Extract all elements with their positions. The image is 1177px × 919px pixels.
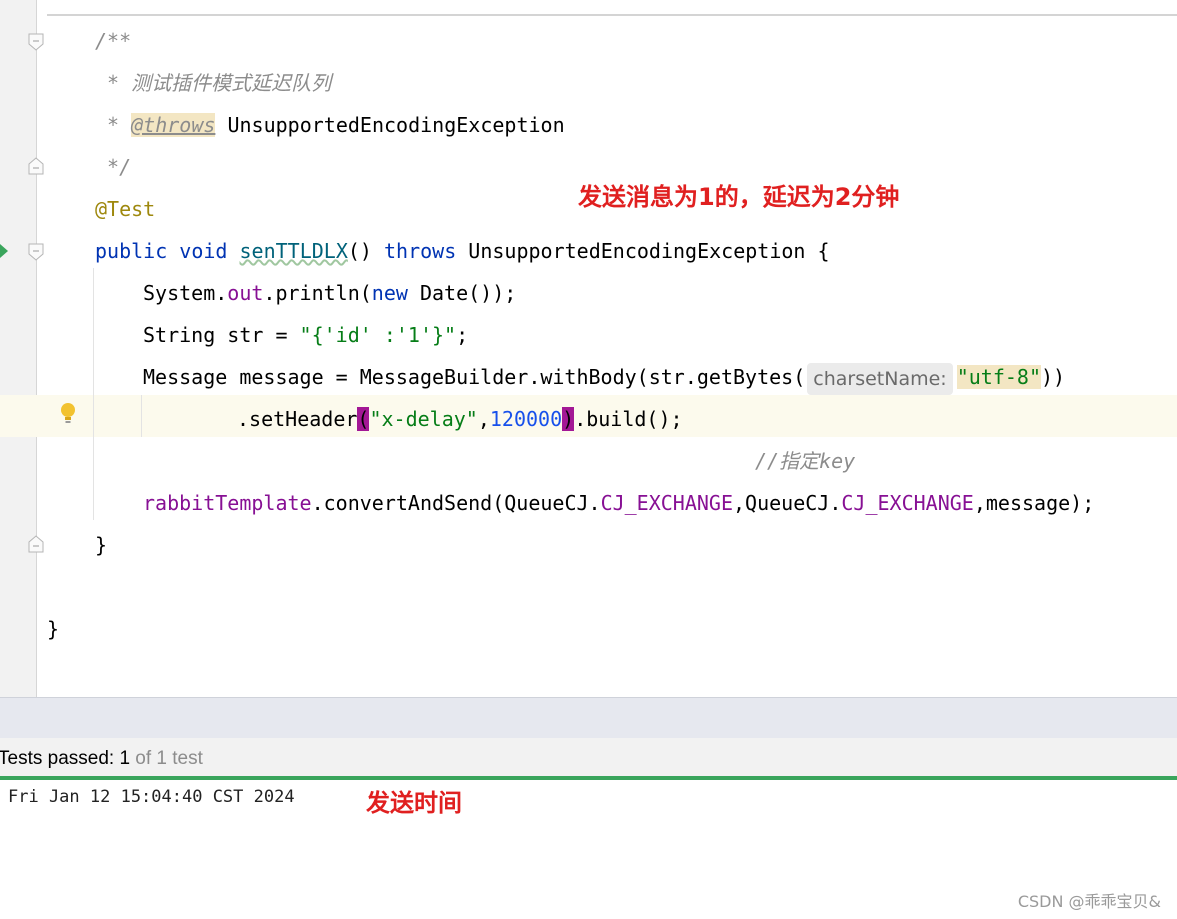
- watermark: CSDN @乖乖宝贝&: [1017, 892, 1161, 911]
- code-line-method-signature[interactable]: public void senTTLDLX() throws Unsupport…: [95, 230, 830, 272]
- keyword: public: [95, 239, 168, 263]
- code-token: ,: [477, 407, 490, 431]
- code-token: ,QueueCJ.: [733, 491, 842, 515]
- code-line-class-close[interactable]: }: [47, 608, 59, 650]
- field-token: CJ_EXCHANGE: [841, 491, 974, 515]
- string-literal: "utf-8": [956, 365, 1041, 389]
- code-token: .convertAndSend(QueueCJ.: [311, 491, 601, 515]
- code-line-set-header[interactable]: .setHeader("x-delay",120000).build();: [237, 398, 683, 440]
- doc-comment: *: [95, 113, 132, 137]
- code-token: .println(: [263, 281, 372, 305]
- code-token: System.: [143, 281, 228, 305]
- code-token: (): [347, 239, 385, 263]
- indent-guide: [93, 268, 94, 520]
- test-annotation: @Test: [95, 197, 156, 221]
- code-token: .build();: [574, 407, 683, 431]
- method-name[interactable]: senTTLDLX: [240, 239, 348, 263]
- field-token: out: [227, 281, 264, 305]
- code-editor[interactable]: /** * 测试插件模式延迟队列 * @throws UnsupportedEn…: [0, 0, 1177, 697]
- test-progress-bar: [0, 776, 1177, 780]
- field-token: rabbitTemplate: [143, 491, 312, 515]
- keyword: void: [179, 239, 228, 263]
- fold-icon[interactable]: [28, 33, 44, 51]
- string-literal: "{'id' :'1'}": [299, 323, 457, 347]
- code-line-message-builder[interactable]: Message message = MessageBuilder.withBod…: [143, 356, 1065, 398]
- code-token: .setHeader: [237, 407, 358, 431]
- code-line-method-close[interactable]: }: [95, 524, 107, 566]
- number-literal: 120000: [489, 407, 563, 431]
- parameter-hint: charsetName:: [807, 362, 953, 395]
- lightbulb-icon[interactable]: [59, 402, 77, 424]
- code-token: )): [1041, 365, 1066, 389]
- fold-end-icon[interactable]: [28, 535, 44, 553]
- indent-guide: [141, 395, 142, 437]
- code-token: String str =: [143, 323, 300, 347]
- fold-icon[interactable]: [28, 243, 44, 261]
- code-line-doc-desc[interactable]: * 测试插件模式延迟队列: [95, 62, 331, 104]
- tests-passed-count: 1: [119, 748, 131, 769]
- keyword: throws: [384, 239, 457, 263]
- tests-total: of 1 test: [130, 748, 203, 769]
- code-token: ,message);: [973, 491, 1095, 515]
- code-token: Message message = MessageBuilder.withBod…: [143, 365, 806, 389]
- run-test-icon[interactable]: [0, 244, 8, 258]
- code-line-annotation[interactable]: @Test: [95, 188, 155, 230]
- annotation-send-time: 发送时间: [366, 789, 462, 817]
- field-token: CJ_EXCHANGE: [600, 491, 734, 515]
- code-line-println[interactable]: System.out.println(new Date());: [143, 272, 516, 314]
- status-prefix: Tests passed:: [0, 748, 120, 769]
- matched-paren: ): [562, 407, 575, 431]
- string-literal: "x-delay": [369, 407, 478, 431]
- run-toolbar: [0, 697, 1177, 738]
- editor-top-divider: [47, 14, 1177, 16]
- console-output-line[interactable]: Fri Jan 12 15:04:40 CST 2024: [8, 787, 295, 807]
- line-comment: //指定key: [755, 449, 856, 473]
- code-line-doc-throws[interactable]: * @throws UnsupportedEncodingException: [95, 104, 565, 146]
- code-line-convert-send[interactable]: rabbitTemplate.convertAndSend(QueueCJ.CJ…: [143, 482, 1094, 524]
- code-token: }: [95, 533, 108, 557]
- doc-throws-tag[interactable]: @throws: [131, 113, 216, 137]
- test-status-bar: Tests passed: 1 of 1 test: [0, 738, 1177, 776]
- keyword: new: [371, 281, 408, 305]
- code-line-doc-open[interactable]: /**: [95, 20, 131, 62]
- code-line-comment[interactable]: //指定key: [755, 440, 855, 482]
- code-token: Date());: [407, 281, 517, 305]
- doc-throws-type: UnsupportedEncodingException: [215, 113, 565, 137]
- code-line-doc-close[interactable]: */: [95, 146, 131, 188]
- annotation-delay-note: 发送消息为1的，延迟为2分钟: [578, 183, 900, 211]
- code-line-string-decl[interactable]: String str = "{'id' :'1'}";: [143, 314, 468, 356]
- code-token: }: [47, 617, 60, 641]
- editor-gutter[interactable]: [0, 0, 37, 697]
- code-token: UnsupportedEncodingException {: [456, 239, 830, 263]
- code-token: ;: [456, 323, 469, 347]
- doc-comment: * 测试插件模式延迟队列: [95, 71, 332, 95]
- fold-end-icon[interactable]: [28, 157, 44, 175]
- matched-paren: (: [357, 407, 370, 431]
- doc-comment: /**: [95, 29, 132, 53]
- doc-comment: */: [95, 155, 132, 179]
